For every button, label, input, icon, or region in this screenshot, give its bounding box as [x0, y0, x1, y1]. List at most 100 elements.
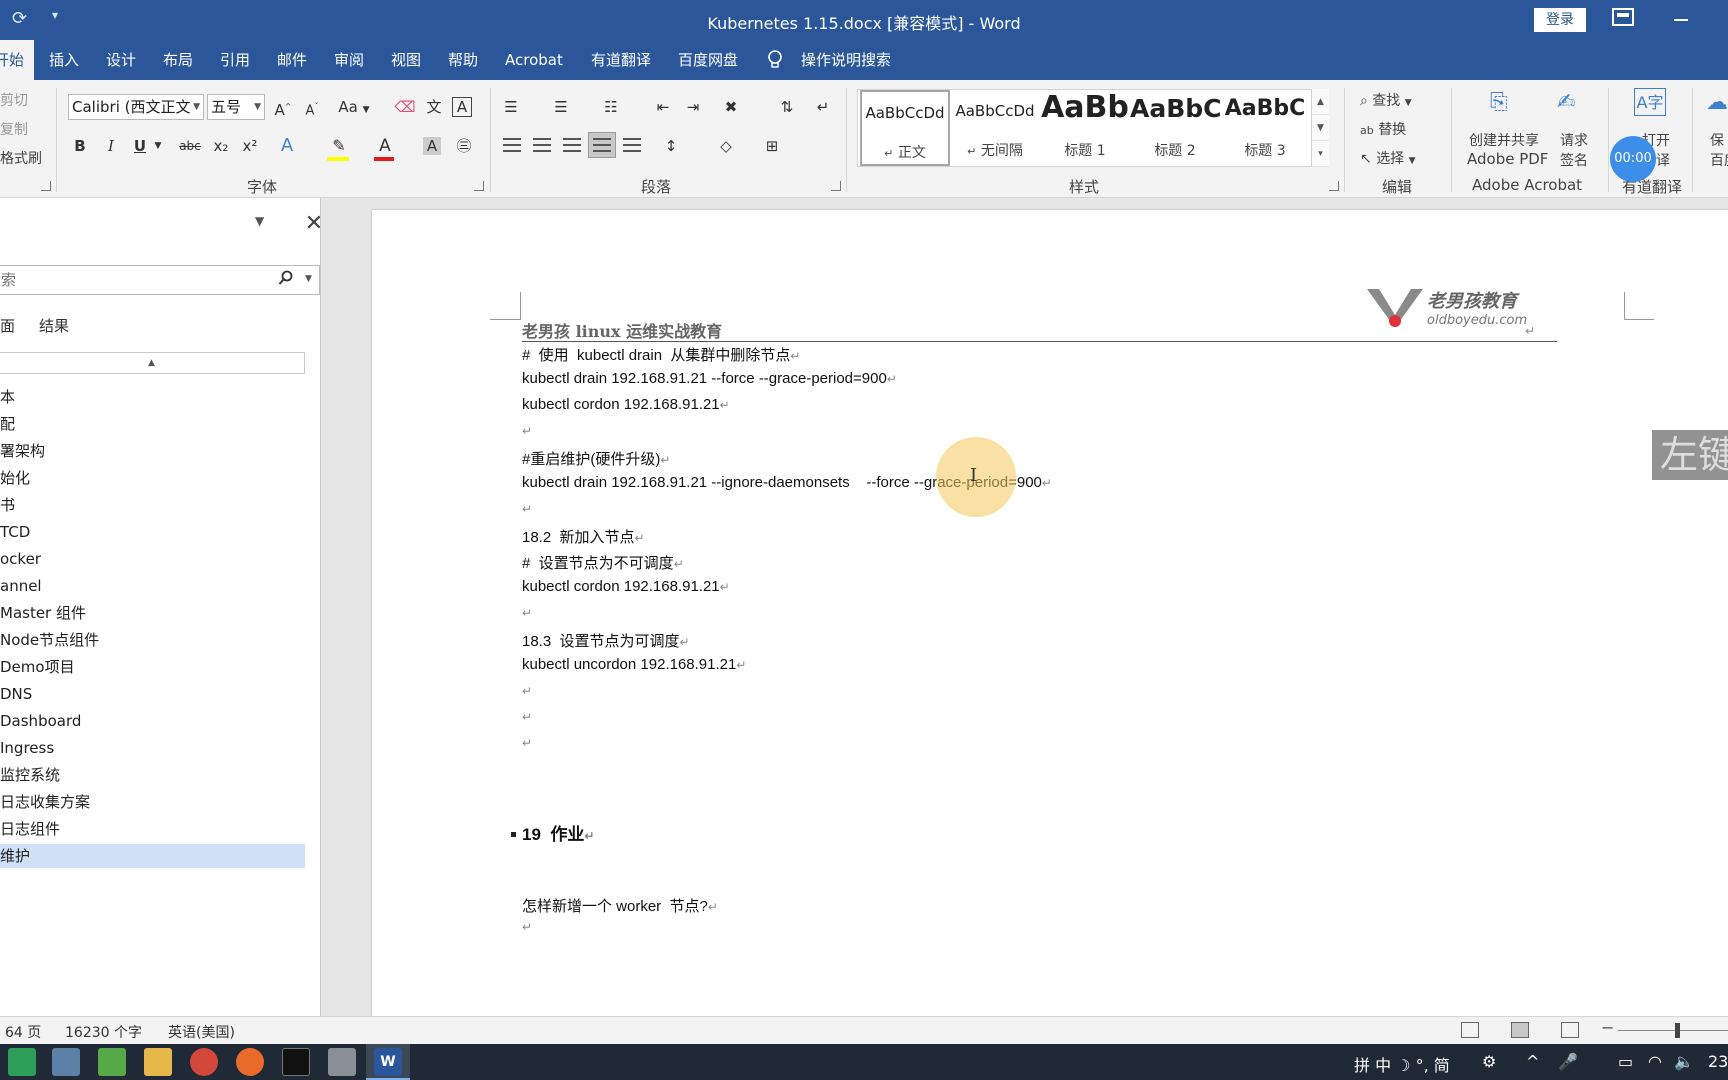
- pane-options-icon[interactable]: ▼: [255, 214, 264, 228]
- borders-icon[interactable]: ⊞: [759, 133, 785, 159]
- styles-launcher-icon[interactable]: [1329, 181, 1339, 191]
- clear-formatting-icon[interactable]: ⌫: [392, 94, 418, 120]
- superscript-button[interactable]: x²: [237, 133, 263, 159]
- scroll-up-icon[interactable]: ▲: [1312, 89, 1329, 115]
- word-count[interactable]: 16230 个字: [65, 1022, 142, 1042]
- taskbar-monitor-icon[interactable]: [52, 1048, 80, 1076]
- nav-heading-item[interactable]: Dashboard: [0, 709, 305, 733]
- document-line[interactable]: kubectl drain 192.168.91.21 --force --gr…: [522, 370, 897, 387]
- align-center-icon[interactable]: [533, 138, 551, 152]
- line-spacing-icon[interactable]: ↕: [658, 133, 684, 159]
- nav-heading-item[interactable]: 日志组件: [0, 817, 305, 841]
- document-line[interactable]: kubectl uncordon 192.168.91.21↵: [522, 656, 746, 673]
- baidu-save-button[interactable]: 保 百度: [1710, 130, 1728, 170]
- battery-icon[interactable]: ▭: [1618, 1052, 1633, 1071]
- style-normal[interactable]: AaBbCcDd ↵ 正文: [860, 90, 950, 166]
- copy-button[interactable]: 复制: [0, 119, 28, 139]
- nav-tab-results[interactable]: 结果: [39, 315, 69, 336]
- wifi-icon[interactable]: ◠: [1648, 1052, 1662, 1071]
- nav-heading-item[interactable]: Master 组件: [0, 601, 305, 625]
- styles-scroll[interactable]: ▲ ▼ ▾: [1311, 89, 1329, 167]
- highlight-icon[interactable]: ✎: [326, 133, 352, 159]
- nav-heading-item[interactable]: 日志收集方案: [0, 790, 305, 814]
- document-line[interactable]: # 设置节点为不可调度↵: [522, 552, 684, 573]
- tab-youdao[interactable]: 有道翻译: [591, 40, 651, 80]
- empty-line[interactable]: ↵: [522, 918, 532, 935]
- style-heading-2[interactable]: AaBbC 标题 2: [1130, 90, 1220, 166]
- taskbar-explorer-icon[interactable]: [144, 1048, 172, 1076]
- empty-line[interactable]: ↵: [522, 682, 532, 699]
- nav-heading-item[interactable]: Node节点组件: [0, 628, 305, 652]
- document-line[interactable]: 18.3 设置节点为可调度↵: [522, 630, 690, 651]
- subscript-button[interactable]: x₂: [208, 133, 234, 159]
- login-button[interactable]: 登录: [1534, 8, 1586, 32]
- tell-me-search[interactable]: 操作说明搜索: [801, 40, 891, 80]
- cut-button[interactable]: 剪切: [0, 90, 28, 110]
- read-mode-icon[interactable]: [1461, 1022, 1479, 1038]
- empty-line[interactable]: ↵: [522, 604, 532, 621]
- clipboard-launcher-icon[interactable]: [41, 181, 51, 191]
- page-count[interactable]: 64 页: [5, 1022, 41, 1042]
- nav-heading-item[interactable]: 始化: [0, 466, 305, 490]
- empty-line[interactable]: ↵: [522, 734, 532, 751]
- multilevel-list-icon[interactable]: ☷: [598, 94, 624, 120]
- font-name-combo[interactable]: Calibri (西文正文 ▼: [68, 94, 204, 120]
- tab-references[interactable]: 引用: [220, 40, 250, 80]
- chinese-layout-icon[interactable]: ✖: [718, 94, 744, 120]
- request-signature-button[interactable]: 请求 签名: [1556, 130, 1592, 170]
- align-right-icon[interactable]: [563, 138, 581, 152]
- distributed-icon[interactable]: [623, 138, 641, 152]
- zoom-slider-thumb[interactable]: [1675, 1023, 1680, 1038]
- character-border-icon[interactable]: A: [452, 97, 472, 117]
- nav-tab-pages[interactable]: 面: [0, 315, 15, 336]
- volume-icon[interactable]: 🔈: [1674, 1052, 1694, 1071]
- empty-line[interactable]: ↵: [522, 708, 532, 725]
- text-effects-icon[interactable]: A: [274, 133, 300, 159]
- strikethrough-button[interactable]: abc: [177, 133, 203, 159]
- taskbar-recorder-icon[interactable]: [328, 1048, 356, 1076]
- paragraph-launcher-icon[interactable]: [831, 181, 841, 191]
- taskbar-notepad-icon[interactable]: [98, 1048, 126, 1076]
- taskbar-word-active[interactable]: W: [366, 1044, 410, 1080]
- nav-heading-item[interactable]: 维护: [0, 844, 305, 868]
- question-line[interactable]: 怎样新增一个 worker 节点?↵: [522, 895, 718, 916]
- tab-acrobat[interactable]: Acrobat: [505, 40, 563, 80]
- scroll-down-icon[interactable]: ▼: [1312, 115, 1329, 141]
- format-painter-button[interactable]: 格式刷: [0, 148, 42, 168]
- zoom-slider[interactable]: [1618, 1030, 1728, 1031]
- enclose-characters-icon[interactable]: ㊂: [451, 133, 477, 159]
- phonetic-guide-icon[interactable]: 文: [421, 94, 447, 120]
- underline-button[interactable]: U: [127, 133, 153, 159]
- nav-heading-item[interactable]: ocker: [0, 547, 305, 571]
- show-marks-icon[interactable]: ↵: [810, 94, 836, 120]
- numbering-icon[interactable]: ☰: [548, 94, 574, 120]
- ribbon-display-options-icon[interactable]: [1612, 8, 1634, 26]
- nav-heading-item[interactable]: annel: [0, 574, 305, 598]
- clock[interactable]: 23: [1708, 1052, 1728, 1071]
- more-styles-icon[interactable]: ▾: [1312, 141, 1329, 167]
- nav-heading-item[interactable]: 本: [0, 385, 305, 409]
- bold-button[interactable]: B: [67, 133, 93, 159]
- nav-heading-item[interactable]: TCD: [0, 520, 305, 544]
- find-button[interactable]: ⌕ 查找 ▼: [1360, 90, 1412, 110]
- font-color-icon[interactable]: A: [372, 133, 398, 159]
- search-icon[interactable]: [278, 270, 294, 288]
- minimize-icon[interactable]: [1674, 19, 1688, 21]
- document-line[interactable]: # 使用 kubectl drain 从集群中删除节点↵: [522, 344, 800, 365]
- nav-heading-item[interactable]: DNS: [0, 682, 305, 706]
- style-heading-3[interactable]: AaBbC 标题 3: [1220, 90, 1310, 166]
- select-button[interactable]: ↖ 选择 ▼: [1360, 148, 1416, 168]
- document-line[interactable]: kubectl cordon 192.168.91.21↵: [522, 578, 730, 595]
- create-share-pdf-button[interactable]: 创建并共享 Adobe PDF: [1467, 130, 1548, 168]
- tab-help[interactable]: 帮助: [448, 40, 478, 80]
- nav-heading-item[interactable]: 署架构: [0, 439, 305, 463]
- document-line[interactable]: 18.2 新加入节点↵: [522, 526, 645, 547]
- taskbar-chrome-icon[interactable]: [190, 1048, 218, 1076]
- ime-status[interactable]: 拼 中 ☽ °, 简: [1354, 1052, 1450, 1076]
- language-status[interactable]: 英语(美国): [168, 1022, 235, 1042]
- document-line[interactable]: kubectl cordon 192.168.91.21↵: [522, 396, 730, 413]
- italic-button[interactable]: I: [98, 133, 124, 159]
- tab-review[interactable]: 审阅: [334, 40, 364, 80]
- character-shading-icon[interactable]: A: [423, 137, 441, 155]
- increase-indent-icon[interactable]: ⇥: [680, 94, 706, 120]
